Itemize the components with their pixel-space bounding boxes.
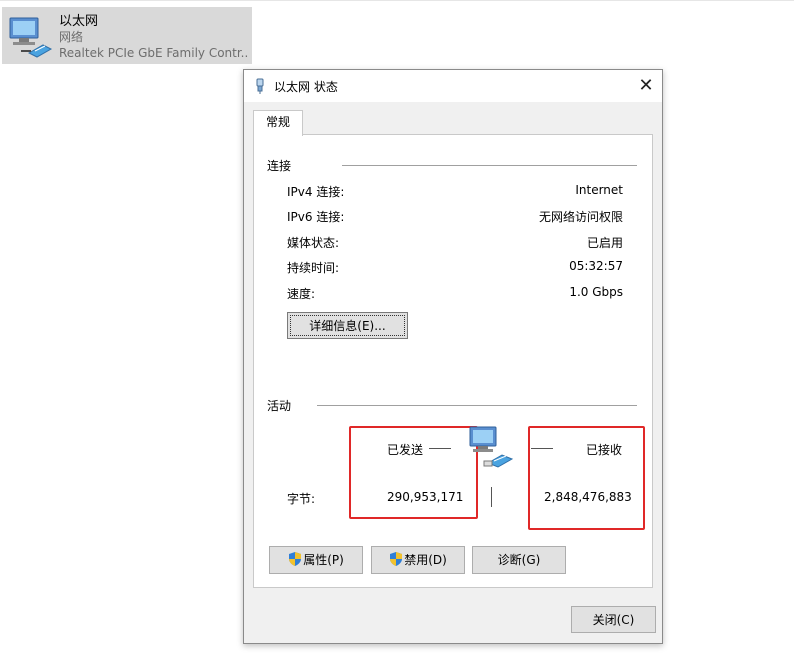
- ipv6-label: IPv6 连接:: [287, 210, 345, 224]
- network-adapter-icon: [9, 17, 53, 58]
- details-button[interactable]: 详细信息(E)...: [287, 312, 408, 339]
- activity-separator: [491, 487, 492, 507]
- general-panel: 连接 IPv4 连接: Internet IPv6 连接: 无网络访问权限 媒体…: [253, 134, 653, 588]
- network-adapter-item[interactable]: 以太网 网络 Realtek PCIe GbE Family Contr...: [2, 7, 252, 64]
- adapter-network: 网络: [59, 30, 84, 44]
- connection-divider: [342, 165, 637, 166]
- top-divider: [0, 0, 794, 1]
- media-state-label: 媒体状态:: [287, 236, 340, 250]
- title-bar[interactable]: 以太网 状态 ✕: [244, 70, 662, 102]
- close-icon[interactable]: ✕: [636, 76, 656, 96]
- disable-button[interactable]: 禁用(D): [371, 546, 465, 574]
- received-label: 已接收: [586, 443, 623, 457]
- speed-value: 1.0 Gbps: [569, 285, 623, 299]
- ipv4-value: Internet: [575, 183, 623, 197]
- ethernet-plug-icon: [256, 78, 264, 94]
- adapter-device: Realtek PCIe GbE Family Contr...: [59, 46, 249, 60]
- dialog-title: 以太网 状态: [274, 80, 338, 94]
- properties-label: 属性(P): [303, 553, 344, 567]
- speed-label: 速度:: [287, 287, 316, 301]
- bytes-sent-value: 290,953,171: [387, 490, 464, 504]
- sent-label: 已发送: [387, 443, 424, 457]
- diagnose-button[interactable]: 诊断(G): [472, 546, 566, 574]
- ipv6-value: 无网络访问权限: [538, 210, 623, 224]
- tab-general[interactable]: 常规: [253, 110, 303, 136]
- ethernet-status-dialog: 以太网 状态 ✕ 常规 连接 IPv4 连接: Internet IPv6 连接…: [243, 69, 663, 644]
- close-button[interactable]: 关闭(C): [571, 606, 656, 633]
- activity-divider: [317, 405, 637, 406]
- bytes-label: 字节:: [287, 492, 316, 506]
- duration-value: 05:32:57: [569, 259, 623, 273]
- sent-dash: [429, 448, 451, 449]
- bytes-received-value: 2,848,476,883: [544, 490, 632, 504]
- ipv4-label: IPv4 连接:: [287, 185, 345, 199]
- connection-heading: 连接: [267, 159, 292, 173]
- duration-label: 持续时间:: [287, 261, 340, 275]
- uac-shield-icon: [289, 552, 302, 566]
- properties-button[interactable]: 属性(P): [269, 546, 363, 574]
- adapter-name: 以太网: [59, 14, 99, 29]
- disable-label: 禁用(D): [404, 553, 447, 567]
- media-state-value: 已启用: [586, 236, 623, 250]
- received-dash: [531, 448, 553, 449]
- sent-highlight-box: [349, 426, 478, 519]
- network-activity-icon: [469, 426, 514, 468]
- activity-heading: 活动: [267, 399, 292, 413]
- uac-shield-icon: [390, 552, 403, 566]
